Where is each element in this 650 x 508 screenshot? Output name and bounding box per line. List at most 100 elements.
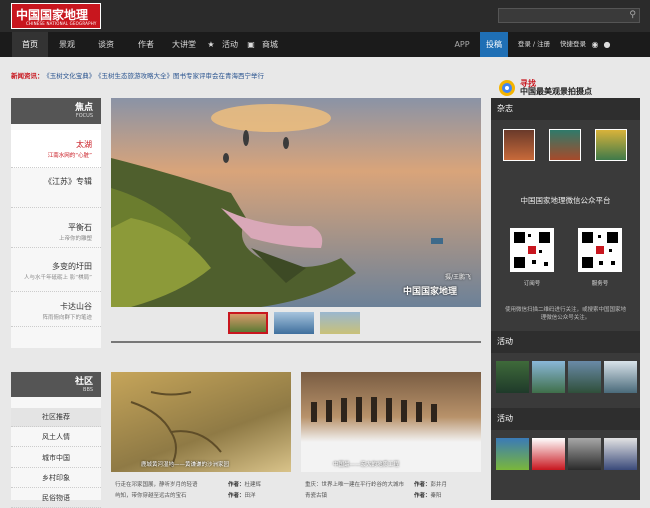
thumbnail[interactable] [274, 312, 314, 334]
community-item-village[interactable]: 乡村印象 [11, 469, 101, 488]
news-item[interactable]: 《玉树文化宝典》 [47, 72, 96, 80]
activity-thumbnail[interactable] [496, 438, 529, 470]
focus-item-taihu[interactable]: 太湖 江南水网的“心脏” [11, 130, 101, 168]
activity-thumbnail[interactable] [532, 361, 565, 393]
community-item-recommend[interactable]: 社区推荐 [11, 408, 101, 427]
activity-thumbnail[interactable] [604, 438, 637, 470]
news-ticker: 新闻资讯： 《玉树文化宝典》 《玉树生态旅游攻略大全》图书专家评审会在青海西宁举行 [11, 70, 481, 82]
card-desc[interactable]: 行走在邛家国展，静听岁月的轻语 [115, 480, 198, 488]
login-link[interactable]: 登录 / 注册 [517, 32, 551, 57]
banner-text-2: 中国最美观景拍摄点 [520, 87, 592, 96]
card-image-dam[interactable]: 中国最——宏大的地质工程 [301, 372, 481, 472]
scenic-spot-banner[interactable]: 寻找 中国最美观景拍摄点 [495, 78, 640, 98]
divider [111, 341, 481, 343]
focus-item-sub: 阵雨俯向群下的笔迹 [42, 315, 92, 321]
focus-item-polder[interactable]: 多变的圩田 人与水千年砥砺上 影“棋局” [11, 252, 101, 292]
focus-item-balance-stone[interactable]: 平衡石 上帝你的雕塑 [11, 213, 101, 248]
search-icon[interactable]: ⚲ [629, 10, 636, 20]
star-icon: ★ [207, 40, 215, 49]
focus-title: 焦点 [74, 103, 93, 113]
wechat-tip: 使用微信扫描二维码进行关注，或搜索中国国家地理微信公众号关注。 [504, 307, 626, 321]
activity-thumbnail[interactable] [604, 361, 637, 393]
nav-shop[interactable]: 商城 [259, 32, 281, 57]
weibo-icon[interactable]: ◉ [590, 32, 600, 57]
community-title: 社区 [74, 377, 93, 387]
wechat-title: 中国国家地理微信公众平台 [520, 196, 611, 205]
photo-watermark-logo: 中国国家地理 [403, 287, 458, 297]
author-name[interactable]: 田洋 [245, 493, 256, 499]
quick-login-label: 快捷登录 [560, 40, 586, 48]
author-label: 作者： [414, 493, 431, 499]
focus-item-title: 《江苏》专辑 [44, 177, 92, 186]
focus-item-sub: 人与水千年砥砺上 影“棋局” [24, 275, 92, 281]
focus-item-title: 卡达山谷 [60, 302, 92, 311]
author-name[interactable]: 杜建辉 [245, 482, 262, 488]
community-header: 社区 BBS [11, 372, 101, 398]
search-box: ⚲ [498, 8, 640, 23]
qr-label-service: 服务号 [591, 281, 609, 287]
author-name[interactable]: 彭井月 [431, 482, 448, 488]
site-logo[interactable]: 中国国家地理 CHINESE NATIONAL GEOGRAPHY [11, 3, 101, 29]
magazine-cover[interactable] [595, 129, 627, 161]
submit-button[interactable]: 投稿 [480, 32, 508, 57]
search-input[interactable] [499, 9, 619, 22]
thumbnail[interactable] [320, 312, 360, 334]
nav-talk[interactable]: 谈资 [88, 32, 124, 57]
camera-lens-icon [499, 80, 515, 96]
focus-main-image[interactable]: 摄/王鹏飞 中国国家地理 [111, 98, 481, 307]
card-author: 作者：彭井月 [414, 480, 447, 488]
focus-title-en: FOCUS [75, 113, 93, 119]
focus-item-sub: 江南水网的“心脏” [47, 153, 92, 159]
card-image-wetland[interactable]: 鹿城黄河湿地——黄谦谦的沙洲家园 [111, 372, 291, 472]
focus-item-valley[interactable]: 卡达山谷 阵雨俯向群下的笔迹 [11, 292, 101, 327]
activity-thumbnail[interactable] [532, 438, 565, 470]
bag-icon: ▣ [247, 40, 255, 49]
focus-item-sub: 上帝你的雕塑 [58, 236, 92, 242]
community-item-customs[interactable]: 风土人情 [11, 428, 101, 447]
author-name[interactable]: 秦阳 [431, 493, 442, 499]
photo-credit: 摄/王鹏飞 [445, 274, 472, 281]
news-item[interactable]: 《玉树生态旅游攻略大全》图书专家评审会在青海西宁举行 [98, 72, 264, 80]
dam-photo [311, 397, 437, 422]
activity-thumbnail[interactable] [568, 361, 601, 393]
magazine-cover[interactable] [503, 129, 535, 161]
magazine-header: 杂志 [491, 98, 640, 120]
focus-item-title: 太湖 [76, 140, 92, 149]
card-author: 作者：田洋 [228, 491, 256, 499]
nav-app[interactable]: APP [451, 32, 473, 57]
card-author: 作者：杜建辉 [228, 480, 261, 488]
card-author: 作者：秦阳 [414, 491, 442, 499]
card-desc[interactable]: 青瓷古镇 [305, 491, 327, 499]
magazine-cover[interactable] [549, 129, 581, 161]
card-desc[interactable]: 屿知，带你穿越至远古的宝石 [115, 491, 187, 499]
logo-text-en: CHINESE NATIONAL GEOGRAPHY [26, 21, 97, 26]
focus-item-title: 多变的圩田 [52, 262, 92, 271]
activity-header: 活动 [491, 331, 640, 353]
author-label: 作者： [228, 482, 245, 488]
activity-header-2: 活动 [491, 408, 640, 430]
qq-icon[interactable]: ● [602, 32, 612, 57]
community-item-city[interactable]: 城市中国 [11, 449, 101, 468]
main-nav: 首页 景观 谈资 作者 大讲堂 ★ 活动 ▣ 商城 APP 投稿 登录 / 注册… [0, 32, 650, 57]
focus-item-jiangsu[interactable]: 《江苏》专辑 [11, 168, 101, 208]
wetland-photo [130, 391, 222, 468]
author-label: 作者： [228, 493, 245, 499]
nav-landscape[interactable]: 景观 [52, 32, 82, 57]
nav-activity[interactable]: 活动 [219, 32, 241, 57]
author-label: 作者： [414, 482, 431, 488]
community-title-en: BBS [83, 387, 93, 393]
card-caption: 中国最——宏大的地质工程 [333, 462, 400, 468]
card-caption: 鹿城黄河湿地——黄谦谦的沙洲家园 [141, 462, 230, 468]
qr-label-subscribe: 订阅号 [523, 281, 541, 287]
nav-home[interactable]: 首页 [12, 32, 48, 57]
thumbnail[interactable] [228, 312, 268, 334]
community-item-folklore[interactable]: 民俗物语 [11, 489, 101, 508]
nav-lecture[interactable]: 大讲堂 [168, 32, 200, 57]
activity-thumbnail[interactable] [496, 361, 529, 393]
nav-author[interactable]: 作者 [128, 32, 164, 57]
activity-thumbnail[interactable] [568, 438, 601, 470]
card-desc[interactable]: 重庆：世界上唯一建在平行岭谷的大城市 [305, 480, 404, 488]
qr-subscribe [510, 228, 554, 272]
qr-code-icon [580, 230, 620, 270]
qr-service [578, 228, 622, 272]
